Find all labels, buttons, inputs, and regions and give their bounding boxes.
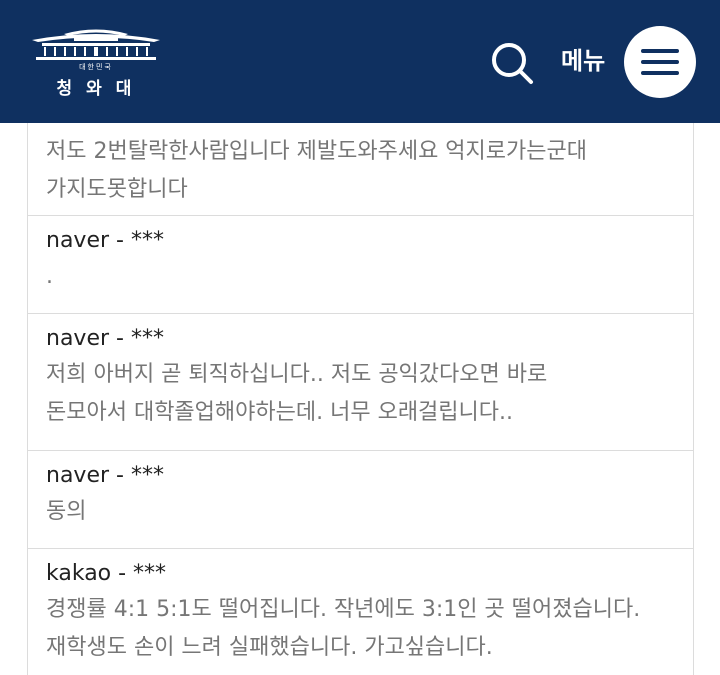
site-header: 대한민국 청와대 메뉴 [0, 0, 720, 123]
logo-title: 청와대 [56, 79, 146, 99]
comment-text: 저도 2번탈락한사람입니다 제발도와주세요 억지로가는군대 [46, 139, 587, 164]
comment-text: 재학생도 손이 느려 실패했습니다. 가고싶습니다. [46, 635, 493, 660]
comment-author: kakao - *** [46, 561, 167, 586]
comment-text: 가지도못합니다 [46, 177, 188, 202]
search-icon [492, 43, 533, 84]
search-button[interactable] [489, 40, 535, 86]
comment-item: 저도 2번탈락한사람입니다 제발도와주세요 억지로가는군대 가지도못합니다 [28, 123, 693, 216]
comment-item: naver - *** 저희 아버지 곧 퇴직하십니다.. 저도 공익갔다오면 … [28, 314, 693, 451]
comment-item: kakao - *** 경쟁률 4:1 5:1도 떨어집니다. 작년에도 3:1… [28, 549, 693, 675]
comment-author: naver - *** [46, 326, 164, 351]
site-logo[interactable]: 대한민국 청와대 [30, 26, 162, 99]
comment-author: naver - *** [46, 228, 164, 253]
menu-label[interactable]: 메뉴 [561, 44, 605, 78]
comment-list: 저도 2번탈락한사람입니다 제발도와주세요 억지로가는군대 가지도못합니다 na… [27, 123, 694, 675]
logo-subtitle: 대한민국 [79, 63, 113, 71]
comment-text: . [46, 264, 53, 289]
comment-author: naver - *** [46, 463, 164, 488]
comment-text: 저희 아버지 곧 퇴직하십니다.. 저도 공익갔다오면 바로 [46, 362, 548, 387]
comment-text: 경쟁률 4:1 5:1도 떨어집니다. 작년에도 3:1인 곳 떨어졌습니다. [46, 597, 641, 622]
blue-house-icon [32, 29, 160, 60]
comment-item: naver - *** 동의 [28, 451, 693, 549]
menu-button[interactable] [624, 26, 696, 98]
comment-text: 동의 [46, 499, 87, 524]
comment-text: 돈모아서 대학졸업해야하는데. 너무 오래걸립니다.. [46, 400, 514, 425]
comment-item: naver - *** . [28, 216, 693, 314]
